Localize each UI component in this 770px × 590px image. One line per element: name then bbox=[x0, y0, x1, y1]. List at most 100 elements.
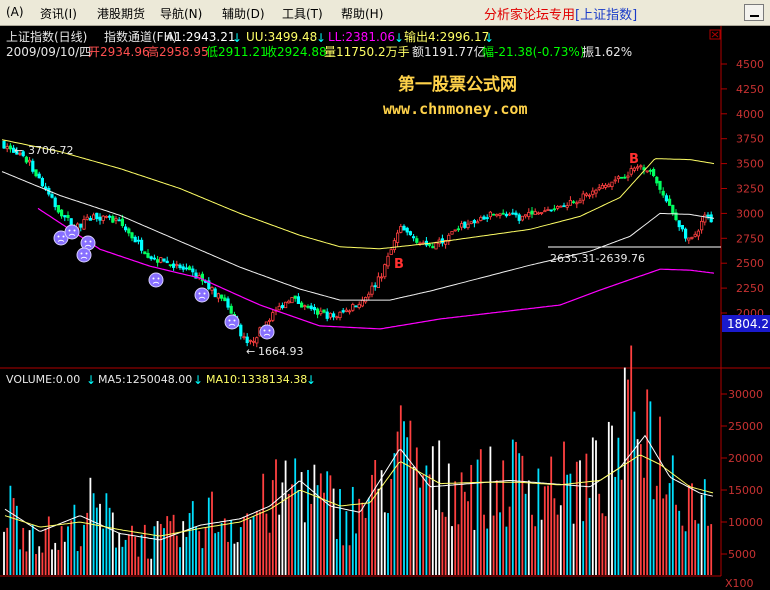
volume-bar bbox=[515, 441, 517, 575]
stock-chart[interactable]: 上证指数(日线) 指数通道(FH) A1:2943.21 UU:3499.48 … bbox=[0, 26, 770, 590]
candle-body bbox=[591, 190, 595, 195]
volume-bar bbox=[70, 520, 73, 575]
quote-high: 高2958.95 bbox=[147, 44, 209, 59]
volume-bar bbox=[534, 526, 537, 575]
candle-body bbox=[306, 305, 310, 308]
volume-bar bbox=[447, 463, 450, 575]
volume-bar bbox=[316, 485, 319, 575]
volume-bar bbox=[326, 471, 329, 575]
candle-body bbox=[191, 268, 195, 273]
volume-bar bbox=[527, 480, 530, 575]
candle-body bbox=[626, 175, 630, 178]
candle-body bbox=[331, 313, 336, 318]
volume-bar bbox=[652, 499, 655, 575]
volume-bar bbox=[156, 521, 159, 575]
buy-signal: B bbox=[394, 257, 404, 272]
volume-bar bbox=[166, 516, 169, 575]
watermark-title: 第一股票公式网 bbox=[398, 74, 517, 95]
volume-bar bbox=[57, 549, 60, 575]
volume-bar bbox=[291, 484, 293, 575]
candle-body bbox=[607, 184, 611, 188]
volume-bar bbox=[611, 425, 613, 575]
volume-bar bbox=[582, 521, 585, 575]
menu-item-tools[interactable]: 工具(T) bbox=[282, 5, 323, 22]
candle-body bbox=[405, 227, 409, 233]
volume-bar bbox=[105, 493, 108, 575]
menu-item-news[interactable]: 资讯(I) bbox=[40, 5, 77, 22]
volume-bar bbox=[364, 517, 367, 575]
volume-bar bbox=[236, 542, 239, 575]
menu-item-help[interactable]: 帮助(H) bbox=[341, 5, 383, 22]
volume-bar bbox=[207, 497, 210, 575]
volume-bar bbox=[150, 558, 153, 575]
candle-body bbox=[181, 266, 185, 270]
volume-bar bbox=[102, 528, 105, 575]
volume-bar bbox=[694, 520, 697, 575]
volume-bar bbox=[179, 547, 181, 575]
menu-item-a[interactable]: (A) bbox=[6, 5, 24, 19]
candle-body bbox=[162, 258, 166, 262]
price-axis-label: 2750 bbox=[736, 232, 764, 245]
volume-bar bbox=[707, 525, 709, 575]
volume-bar bbox=[633, 411, 636, 575]
volume-bar bbox=[371, 474, 373, 575]
candle-body bbox=[687, 237, 691, 241]
volume-bar bbox=[134, 536, 137, 575]
candle-body bbox=[24, 156, 29, 163]
candle-body bbox=[40, 177, 45, 187]
candle-body bbox=[255, 337, 259, 344]
candle-body bbox=[242, 336, 246, 339]
candle-body bbox=[322, 309, 326, 313]
volume-bar bbox=[51, 549, 53, 575]
candle-body bbox=[620, 176, 624, 179]
volume-bar bbox=[659, 416, 661, 575]
candle-body bbox=[664, 195, 669, 202]
candle-body bbox=[386, 255, 390, 267]
quote-amplitude: 振1.62% bbox=[582, 45, 632, 59]
candle-body bbox=[671, 204, 675, 214]
volume-bar bbox=[118, 532, 121, 575]
minimize-button[interactable] bbox=[744, 4, 764, 21]
volume-bar bbox=[124, 539, 127, 575]
volume-bar bbox=[345, 511, 348, 575]
quote-change: 幅-21.38(-0.73%) bbox=[482, 44, 585, 59]
volume-bar bbox=[95, 507, 98, 575]
volume-bar bbox=[575, 461, 578, 575]
candle-body bbox=[277, 305, 281, 311]
candle-body bbox=[562, 205, 566, 208]
volume-bar bbox=[505, 526, 508, 575]
candle-body bbox=[520, 215, 525, 221]
volume-bar bbox=[409, 420, 412, 575]
volume-bar bbox=[303, 522, 306, 575]
candle-body bbox=[108, 215, 112, 218]
candle-body bbox=[600, 185, 605, 189]
volume-bar bbox=[438, 440, 441, 575]
volume-bar bbox=[390, 478, 393, 575]
candle-body bbox=[319, 310, 323, 315]
menu-item-hk-futures[interactable]: 港股期货 bbox=[97, 5, 145, 22]
price-axis-label: 2500 bbox=[736, 257, 764, 270]
candle-body bbox=[351, 304, 355, 311]
volume-bar bbox=[297, 489, 300, 575]
volume-bar bbox=[310, 503, 313, 575]
menu-item-navigate[interactable]: 导航(N) bbox=[160, 5, 202, 22]
candle-body bbox=[290, 297, 294, 304]
volume-bar bbox=[585, 453, 588, 575]
volume-bar bbox=[476, 459, 479, 575]
volume-bar bbox=[687, 484, 690, 575]
app-title: 分析家论坛专用[上证指数] bbox=[484, 4, 637, 23]
volume-bar bbox=[662, 498, 665, 575]
volume-bar bbox=[579, 460, 581, 575]
volume-bar bbox=[159, 523, 162, 575]
sad-face-icon bbox=[64, 224, 80, 240]
volume-bar bbox=[479, 449, 482, 575]
volume-bar bbox=[684, 531, 687, 575]
candle-body bbox=[661, 190, 665, 196]
menu-item-assist[interactable]: 辅助(D) bbox=[222, 5, 265, 22]
candle-body bbox=[379, 276, 384, 279]
volume-bar bbox=[588, 497, 591, 575]
candle-body bbox=[53, 197, 57, 208]
volume-axis-label: 10000 bbox=[728, 516, 763, 529]
volume-axis-label: 5000 bbox=[728, 548, 756, 561]
candle-body bbox=[668, 198, 672, 206]
